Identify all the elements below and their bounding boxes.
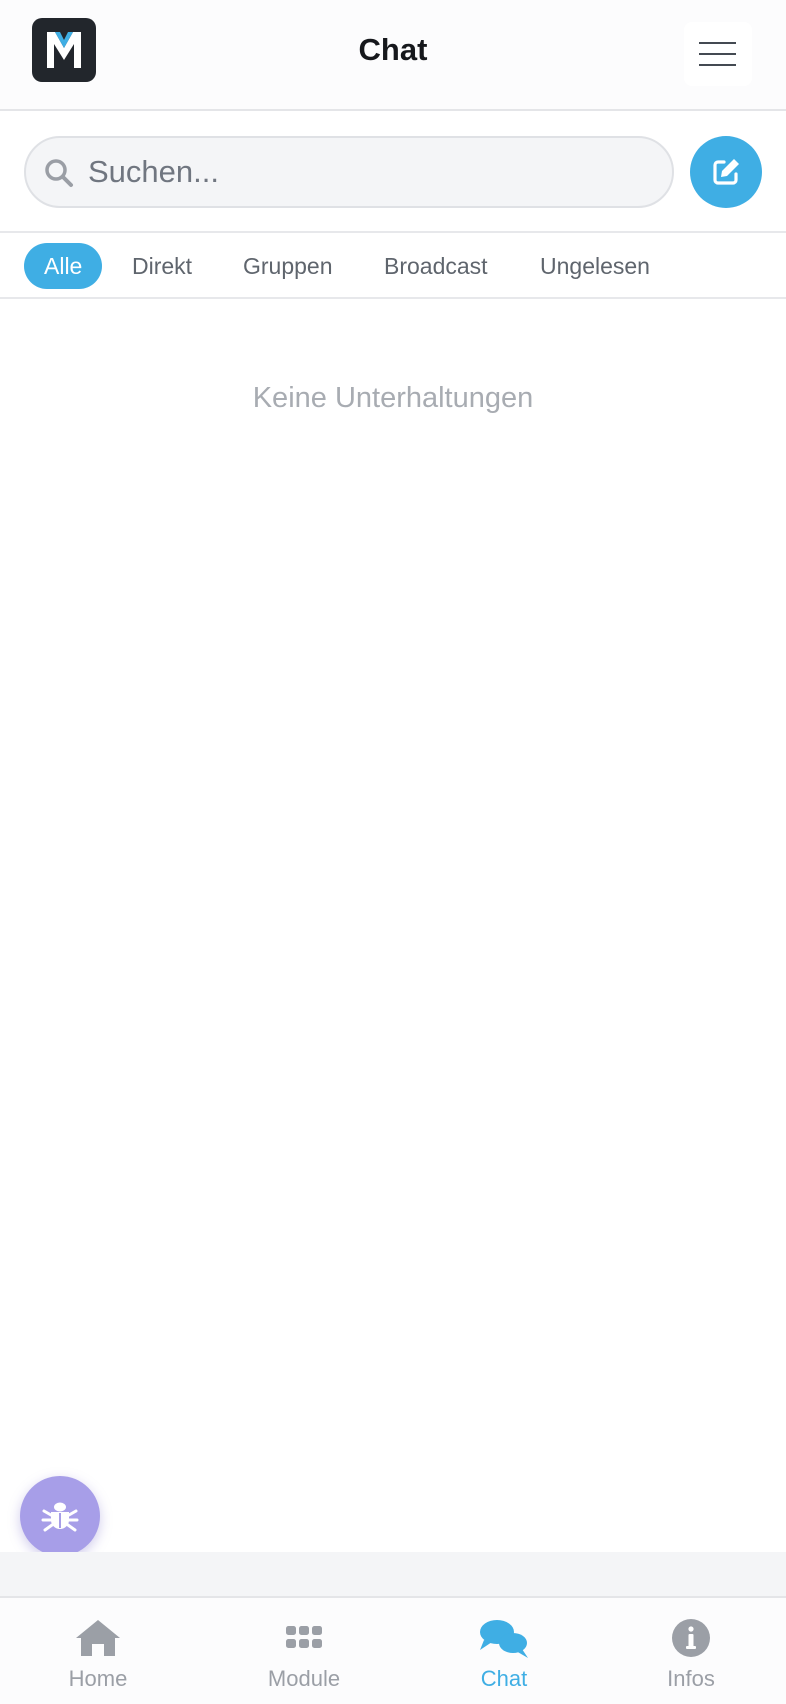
nav-item-module[interactable]: Module	[234, 1598, 374, 1704]
filter-tab-direkt[interactable]: Direkt	[132, 243, 192, 289]
top-header: Chat	[0, 0, 786, 111]
filter-tabs: Alle Direkt Gruppen Broadcast Ungelesen	[0, 233, 786, 299]
filter-tab-ungelesen[interactable]: Ungelesen	[540, 243, 650, 289]
nav-item-infos[interactable]: Infos	[621, 1598, 761, 1704]
filter-tab-broadcast[interactable]: Broadcast	[384, 243, 488, 289]
nav-item-home[interactable]: Home	[28, 1598, 168, 1704]
nav-label: Infos	[667, 1666, 715, 1691]
grid-icon	[286, 1626, 322, 1648]
compose-new-chat-button[interactable]	[690, 136, 762, 208]
nav-label: Chat	[480, 1666, 528, 1691]
info-icon	[672, 1619, 710, 1657]
content-footer-strip	[0, 1552, 786, 1596]
bottom-navigation: Home Module Chat Infos	[0, 1596, 786, 1704]
menu-bar-icon	[699, 53, 736, 55]
menu-bar-icon	[699, 64, 736, 66]
filter-tab-gruppen[interactable]: Gruppen	[243, 243, 333, 289]
bug-icon	[41, 1502, 79, 1532]
search-input[interactable]	[88, 138, 658, 206]
debug-button[interactable]	[20, 1476, 100, 1556]
nav-label: Module	[267, 1666, 341, 1691]
search-row	[0, 111, 786, 233]
edit-compose-icon	[713, 159, 739, 185]
home-icon	[76, 1620, 120, 1656]
chat-bubbles-icon	[480, 1620, 528, 1658]
page-title: Chat	[358, 32, 428, 67]
hamburger-menu-button[interactable]	[684, 22, 752, 86]
menu-bar-icon	[699, 42, 736, 44]
search-icon	[45, 159, 73, 187]
nav-item-chat[interactable]: Chat	[434, 1598, 574, 1704]
app-root: Chat Alle Direkt Gruppen Broadcast Ung	[0, 0, 786, 1704]
empty-state-message: Keine Unterhaltungen	[252, 382, 534, 414]
filter-tab-alle[interactable]: Alle	[24, 243, 103, 289]
nav-label: Home	[68, 1666, 128, 1691]
search-box[interactable]	[24, 136, 674, 208]
